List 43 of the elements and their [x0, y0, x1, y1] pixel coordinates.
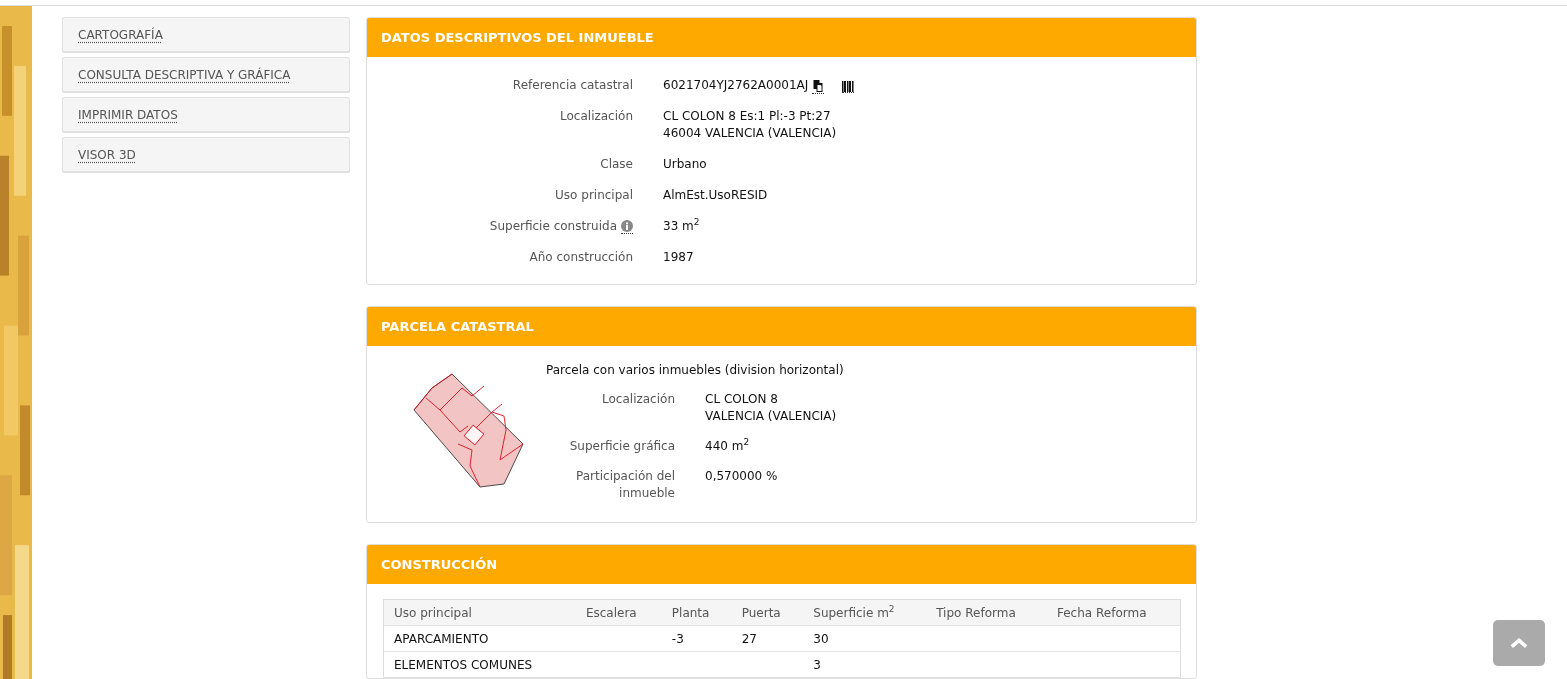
table-cell: 3: [803, 651, 927, 678]
field-label: Clase: [600, 156, 633, 173]
field-value: 440 m$^{2}$: [705, 438, 750, 455]
column-header: Uso principal: [383, 599, 576, 626]
field-label: Localización: [602, 391, 675, 408]
field-label: Año construcción: [529, 249, 633, 266]
field-value: 1987: [663, 249, 694, 266]
parcel-caption: Parcela con varios inmuebles (division horizontal): [546, 362, 844, 379]
column-header: Superficie m$^{2}$: [803, 599, 927, 626]
field-value: Urbano: [663, 156, 707, 173]
info-icon[interactable]: [621, 220, 633, 234]
field-value: CL COLON 8 Es:1 Pl:-3 Pt:27 46004 VALENCIA (VALENCIA): [663, 108, 837, 142]
sidebar-item[interactable]: CONSULTA DESCRIPTIVA Y GRÁFICA: [62, 57, 350, 92]
table-cell: 27: [731, 625, 804, 652]
field-label: Referencia catastral: [512, 77, 633, 94]
field-value: AlmEst.UsoRESID: [663, 187, 768, 204]
chevron-up-icon: [1510, 637, 1528, 649]
column-header: Escalera: [575, 599, 662, 626]
field-label: Superficie gráfica: [569, 438, 675, 455]
panel-header: DATOS DESCRIPTIVOS DEL INMUEBLE: [367, 18, 1196, 57]
field-value: 0,570000 %: [705, 468, 778, 485]
sidebar-item[interactable]: IMPRIMIR DATOS: [62, 97, 350, 132]
table-cell: 30: [803, 625, 927, 652]
field-label: Participación del inmueble: [575, 468, 675, 502]
column-header: Tipo Reforma: [926, 599, 1047, 626]
copy-icon[interactable]: [812, 79, 825, 94]
column-header: Planta: [661, 599, 732, 626]
field-label: Superficie construida: [489, 218, 617, 235]
field-value: 33 m$^{2}$: [663, 218, 700, 235]
table-cell: -3: [661, 625, 732, 652]
table-cell: APARCAMIENTO: [383, 625, 576, 652]
field-value: 6021704YJ2762A0001AJ: [663, 77, 809, 94]
field-label: Uso principal: [555, 187, 633, 204]
column-header: Puerta: [731, 599, 804, 626]
sidebar-item[interactable]: VISOR 3D: [62, 137, 350, 172]
field-label: Localización: [560, 108, 633, 125]
field-value: CL COLON 8 VALENCIA (VALENCIA): [705, 391, 837, 425]
panel-header: CONSTRUCCIÓN: [367, 545, 1196, 584]
table-cell: ELEMENTOS COMUNES: [383, 651, 576, 678]
barcode-icon[interactable]: [842, 81, 855, 93]
sidebar-item[interactable]: CARTOGRAFÍA: [62, 17, 350, 52]
panel-header: PARCELA CATASTRAL: [367, 307, 1196, 346]
column-header: Fecha Reforma: [1047, 599, 1181, 626]
